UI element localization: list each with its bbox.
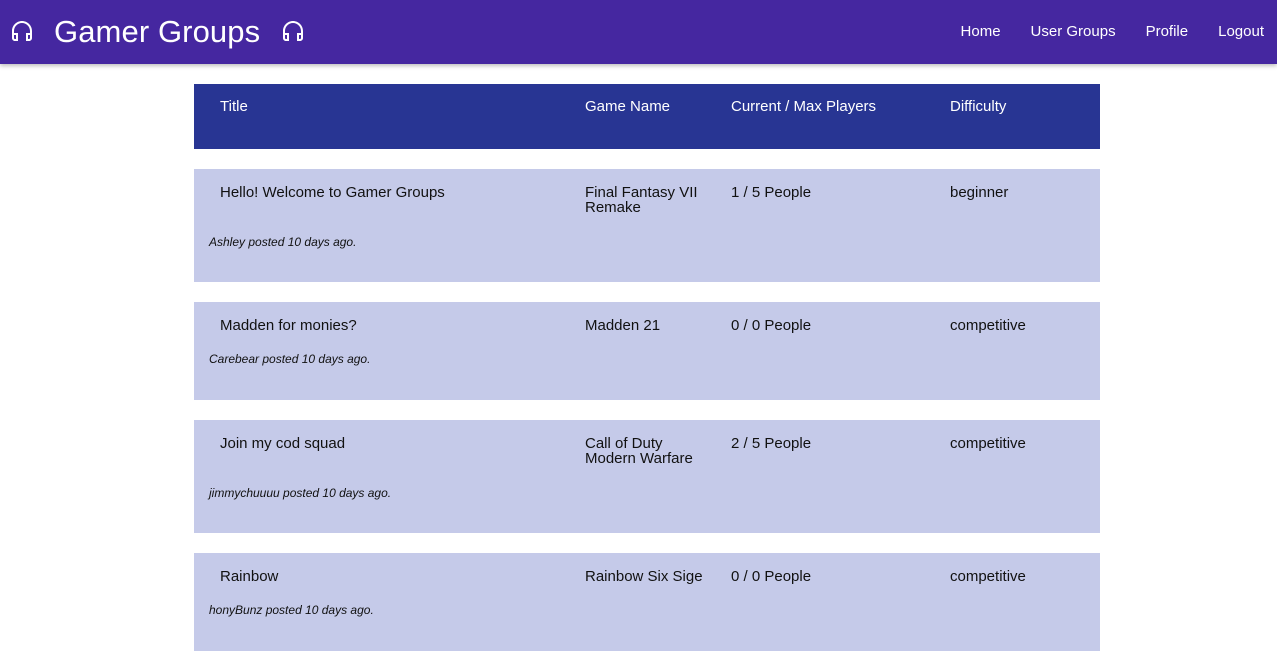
- nav-links: Home User Groups Profile Logout: [946, 0, 1277, 64]
- group-byline: jimmychuuuu posted 10 days ago.: [209, 486, 392, 500]
- group-difficulty: competitive: [950, 317, 1026, 334]
- group-difficulty: competitive: [950, 435, 1026, 452]
- headphones-icon: [10, 20, 34, 44]
- header-title: Title: [220, 98, 248, 115]
- groups-table: Title Game Name Current / Max Players Di…: [194, 84, 1100, 651]
- group-byline: honyBunz posted 10 days ago.: [209, 603, 374, 617]
- group-title: Join my cod squad: [220, 435, 346, 452]
- table-header: Title Game Name Current / Max Players Di…: [194, 84, 1100, 149]
- group-players: 0 / 0 People: [731, 568, 812, 585]
- group-title: Madden for monies?: [220, 317, 357, 334]
- table-row[interactable]: Join my cod squad Call of Duty Modern Wa…: [194, 420, 1100, 533]
- group-game: Rainbow Six Sige: [585, 568, 703, 585]
- nav-link-home[interactable]: Home: [946, 0, 1016, 64]
- group-players: 0 / 0 People: [731, 317, 812, 334]
- group-byline: Ashley posted 10 days ago.: [209, 235, 357, 249]
- group-players: 2 / 5 People: [731, 435, 812, 452]
- group-game: Call of Duty Modern Warfare: [585, 435, 693, 467]
- group-difficulty: beginner: [950, 184, 1009, 201]
- table-row[interactable]: Hello! Welcome to Gamer Groups Final Fan…: [194, 169, 1100, 282]
- group-game: Madden 21: [585, 317, 661, 334]
- table-row[interactable]: Rainbow Rainbow Six Sige 0 / 0 People co…: [194, 553, 1100, 651]
- group-players: 1 / 5 People: [731, 184, 812, 201]
- header-game-name: Game Name: [585, 98, 671, 115]
- top-navbar: Gamer Groups Home User Groups Profile Lo…: [0, 0, 1277, 64]
- brand[interactable]: Gamer Groups: [10, 0, 305, 64]
- headphones-icon: [281, 20, 305, 44]
- group-title: Hello! Welcome to Gamer Groups: [220, 184, 445, 201]
- group-title: Rainbow: [220, 568, 279, 585]
- group-difficulty: competitive: [950, 568, 1026, 585]
- group-byline: Carebear posted 10 days ago.: [209, 352, 371, 366]
- nav-link-profile[interactable]: Profile: [1131, 0, 1204, 64]
- nav-link-logout[interactable]: Logout: [1203, 0, 1277, 64]
- table-row[interactable]: Madden for monies? Madden 21 0 / 0 Peopl…: [194, 302, 1100, 400]
- header-difficulty: Difficulty: [950, 98, 1007, 115]
- header-players: Current / Max Players: [731, 98, 877, 115]
- brand-title[interactable]: Gamer Groups: [54, 14, 260, 50]
- group-game: Final Fantasy VII Remake: [585, 184, 698, 216]
- nav-link-user-groups[interactable]: User Groups: [1016, 0, 1131, 64]
